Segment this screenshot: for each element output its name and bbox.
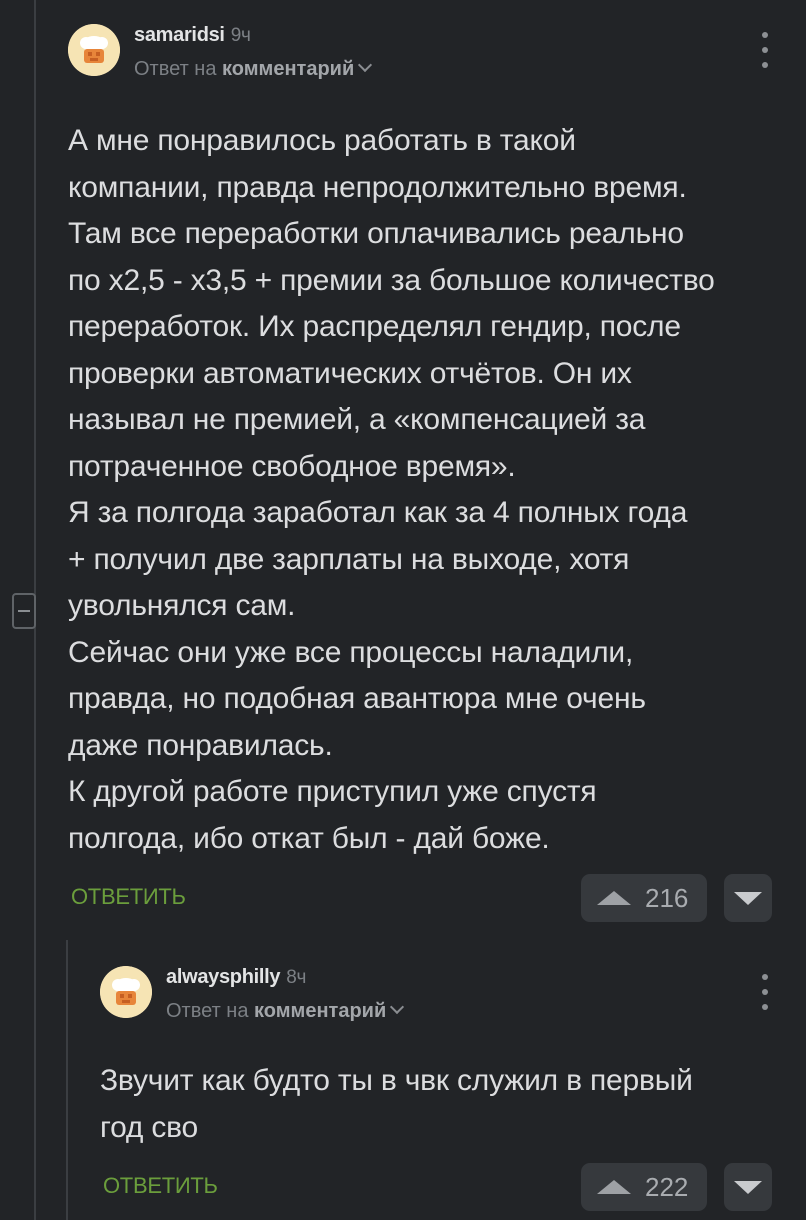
reply-button[interactable]: ОТВЕТИТЬ [103, 1173, 218, 1199]
chef-hat-avatar-icon[interactable] [100, 966, 152, 1018]
triangle-down-icon [734, 891, 762, 905]
timestamp: 9ч [230, 25, 251, 46]
reply-button[interactable]: ОТВЕТИТЬ [71, 884, 186, 910]
reply-to-prefix: Ответ на [166, 1000, 249, 1022]
comment-text: Звучит как будто ты в чвк служил в первы… [100, 1064, 693, 1144]
comment-text: А мне понравилось работать в такой компа… [68, 124, 715, 855]
reply-to-link[interactable]: Ответ на комментарий [134, 57, 373, 81]
comments-page: samaridsi 9ч Ответ на комментарий А мне п… [0, 0, 806, 1220]
vertical-dots-icon[interactable] [760, 32, 770, 68]
username-text[interactable]: samaridsi [134, 24, 225, 46]
comment-samaridsi: samaridsi 9ч Ответ на комментарий А мне п… [68, 24, 774, 922]
reply-to-target[interactable]: комментарий [222, 58, 354, 80]
minus-icon [18, 610, 30, 612]
comment-header: alwaysphilly 8ч Ответ на комментарий [100, 966, 774, 1032]
comment-footer: ОТВЕТИТЬ 216 [68, 874, 774, 922]
rating-count: 222 [645, 1171, 689, 1202]
reply-to-prefix: Ответ на [134, 58, 217, 80]
upvote-button[interactable]: 216 [581, 874, 707, 922]
comment-alwaysphilly: alwaysphilly 8ч Ответ на комментарий Звуч… [100, 966, 774, 1211]
username[interactable]: alwaysphilly 8ч [166, 966, 306, 989]
collapse-thread-button[interactable] [12, 593, 36, 629]
reply-to-target[interactable]: комментарий [254, 1000, 386, 1022]
reply-to-link[interactable]: Ответ на комментарий [166, 999, 405, 1023]
chef-hat-avatar-icon[interactable] [68, 24, 120, 76]
downvote-button[interactable] [724, 1163, 772, 1211]
username[interactable]: samaridsi 9ч [134, 24, 251, 47]
chevron-down-icon[interactable] [358, 57, 373, 73]
vertical-dots-icon[interactable] [760, 974, 770, 1010]
thread-line-reply [66, 940, 68, 1220]
triangle-down-icon [734, 1180, 762, 1194]
upvote-button[interactable]: 222 [581, 1163, 707, 1211]
username-text[interactable]: alwaysphilly [166, 966, 281, 988]
rating-count: 216 [645, 882, 689, 913]
timestamp: 8ч [286, 967, 307, 988]
comment-footer: ОТВЕТИТЬ 222 [100, 1163, 774, 1211]
comment-header: samaridsi 9ч Ответ на комментарий [68, 24, 774, 90]
downvote-button[interactable] [724, 874, 772, 922]
triangle-up-icon [597, 891, 631, 905]
triangle-up-icon [597, 1180, 631, 1194]
chevron-down-icon[interactable] [390, 999, 405, 1015]
